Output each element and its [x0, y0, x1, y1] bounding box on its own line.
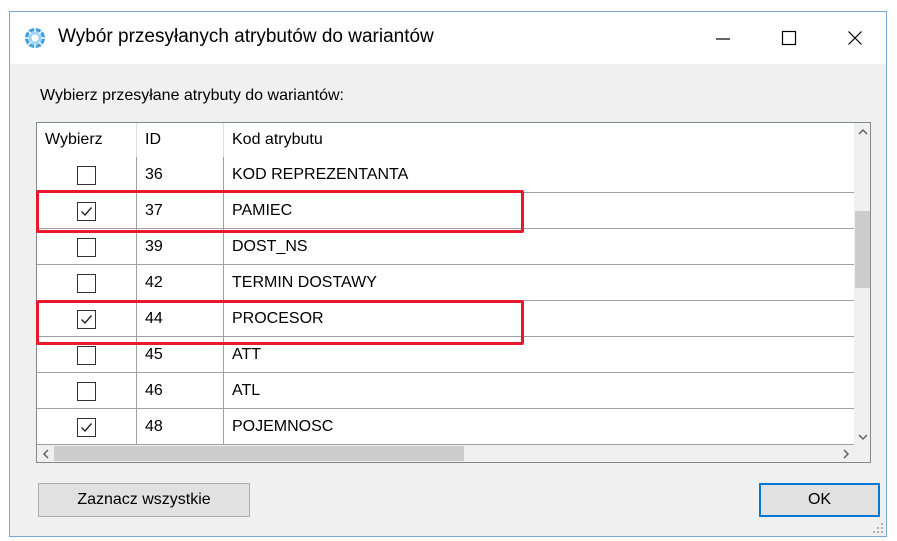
- maximize-button[interactable]: [766, 18, 812, 58]
- chevron-down-icon: [857, 433, 868, 440]
- table-row[interactable]: 48 POJEMNOSC: [37, 409, 854, 445]
- ok-button[interactable]: OK: [759, 483, 880, 517]
- row-checkbox[interactable]: [77, 417, 96, 437]
- instruction-label: Wybierz przesyłane atrybuty do wariantów…: [40, 87, 344, 104]
- scroll-left-button[interactable]: [37, 445, 54, 462]
- attribute-code-cell[interactable]: TERMIN DOSTAWY: [224, 265, 854, 301]
- id-cell[interactable]: 44: [137, 301, 224, 337]
- select-cell[interactable]: [37, 193, 137, 229]
- row-checkbox[interactable]: [77, 273, 96, 293]
- resize-grip-icon[interactable]: [872, 522, 884, 534]
- attributes-grid[interactable]: Wybierz ID Kod atrybutu 36 KOD REPREZENTA…: [36, 122, 871, 463]
- horizontal-scroll-thumb[interactable]: [54, 446, 464, 461]
- id-cell[interactable]: 36: [137, 157, 224, 193]
- attribute-code-cell[interactable]: PROCESOR: [224, 301, 854, 337]
- close-button[interactable]: [832, 18, 878, 58]
- grid-header: Wybierz ID Kod atrybutu: [37, 123, 854, 157]
- row-checkbox[interactable]: [77, 201, 96, 221]
- grid-rows: 36 KOD REPREZENTANTA 37 PAMIEC 39 DOST_NS 42 TE…: [37, 157, 854, 445]
- table-row[interactable]: 37 PAMIEC: [37, 193, 854, 229]
- id-cell[interactable]: 46: [137, 373, 224, 409]
- scroll-right-button[interactable]: [837, 445, 854, 462]
- table-row[interactable]: 44 PROCESOR: [37, 301, 854, 337]
- window-title: Wybór przesyłanych atrybutów do wariantó…: [58, 26, 434, 47]
- scroll-up-button[interactable]: [854, 123, 870, 140]
- app-gear-icon: [25, 28, 45, 48]
- select-cell[interactable]: [37, 265, 137, 301]
- select-cell[interactable]: [37, 157, 137, 193]
- scroll-down-button[interactable]: [854, 428, 870, 445]
- chevron-left-icon: [42, 448, 49, 459]
- dialog-window: Wybór przesyłanych atrybutów do wariantó…: [9, 11, 887, 537]
- attribute-code-cell[interactable]: ATL: [224, 373, 854, 409]
- title-bar[interactable]: Wybór przesyłanych atrybutów do wariantó…: [10, 12, 886, 64]
- attribute-code-cell[interactable]: PAMIEC: [224, 193, 854, 229]
- row-checkbox[interactable]: [77, 345, 96, 365]
- row-checkbox[interactable]: [77, 381, 96, 401]
- scrollbar-corner: [854, 445, 870, 462]
- select-cell[interactable]: [37, 373, 137, 409]
- table-row[interactable]: 42 TERMIN DOSTAWY: [37, 265, 854, 301]
- id-cell[interactable]: 48: [137, 409, 224, 445]
- column-header-attribute-code[interactable]: Kod atrybutu: [224, 123, 854, 157]
- id-cell[interactable]: 45: [137, 337, 224, 373]
- table-row[interactable]: 39 DOST_NS: [37, 229, 854, 265]
- attribute-code-cell[interactable]: KOD REPREZENTANTA: [224, 157, 854, 193]
- select-cell[interactable]: [37, 337, 137, 373]
- checkmark-icon: [81, 206, 93, 216]
- minimize-icon: [716, 38, 730, 40]
- minimize-button[interactable]: [700, 18, 746, 58]
- id-cell[interactable]: 37: [137, 193, 224, 229]
- select-cell[interactable]: [37, 409, 137, 445]
- column-header-select[interactable]: Wybierz: [37, 123, 137, 157]
- table-row[interactable]: 46 ATL: [37, 373, 854, 409]
- attribute-code-cell[interactable]: DOST_NS: [224, 229, 854, 265]
- select-all-button[interactable]: Zaznacz wszystkie: [38, 483, 250, 517]
- attribute-code-cell[interactable]: POJEMNOSC: [224, 409, 854, 445]
- table-row[interactable]: 36 KOD REPREZENTANTA: [37, 157, 854, 193]
- chevron-up-icon: [857, 128, 868, 135]
- close-icon: [848, 31, 862, 45]
- row-checkbox[interactable]: [77, 165, 96, 185]
- select-cell[interactable]: [37, 301, 137, 337]
- checkmark-icon: [81, 314, 93, 324]
- chevron-right-icon: [842, 448, 849, 459]
- checkmark-icon: [81, 422, 93, 432]
- horizontal-scrollbar[interactable]: [37, 445, 854, 462]
- row-checkbox[interactable]: [77, 237, 96, 257]
- maximize-icon: [781, 30, 797, 46]
- vertical-scrollbar[interactable]: [854, 123, 870, 445]
- table-row[interactable]: 45 ATT: [37, 337, 854, 373]
- vertical-scroll-thumb[interactable]: [855, 211, 870, 288]
- column-header-id[interactable]: ID: [137, 123, 224, 157]
- id-cell[interactable]: 39: [137, 229, 224, 265]
- id-cell[interactable]: 42: [137, 265, 224, 301]
- attribute-code-cell[interactable]: ATT: [224, 337, 854, 373]
- row-checkbox[interactable]: [77, 309, 96, 329]
- select-cell[interactable]: [37, 229, 137, 265]
